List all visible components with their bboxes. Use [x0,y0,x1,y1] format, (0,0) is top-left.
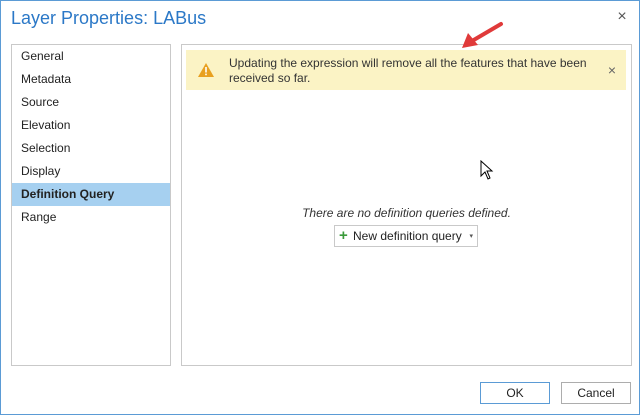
red-arrow-icon [462,22,503,48]
new-query-label: New definition query [353,229,462,243]
close-button[interactable]: × [614,9,630,25]
warning-banner: Updating the expression will remove all … [186,50,626,90]
cancel-button[interactable]: Cancel [561,382,631,404]
banner-close-icon[interactable]: × [608,62,616,78]
sidebar-item-source[interactable]: Source [12,91,170,114]
mouse-cursor-icon [480,160,494,180]
dialog-title: Layer Properties: LABus [11,8,207,28]
sidebar-item-display[interactable]: Display [12,160,170,183]
sidebar-item-metadata[interactable]: Metadata [12,68,170,91]
sidebar-item-range[interactable]: Range [12,206,170,229]
empty-state-message: There are no definition queries defined. [302,206,511,220]
sidebar-item-definition-query[interactable]: Definition Query [12,183,170,206]
sidebar-item-elevation[interactable]: Elevation [12,114,170,137]
properties-sidebar: General Metadata Source Elevation Select… [11,44,171,366]
sidebar-item-general[interactable]: General [12,45,170,68]
warning-icon [198,63,214,77]
plus-icon: + [339,227,348,244]
warning-message: Updating the expression will remove all … [229,56,587,85]
sidebar-item-selection[interactable]: Selection [12,137,170,160]
new-definition-query-button[interactable]: + New definition query ▾ [334,225,478,247]
layer-properties-dialog: Layer Properties: LABus × General Metada… [0,0,640,415]
definition-query-panel: Updating the expression will remove all … [181,44,632,366]
dropdown-arrow-icon[interactable]: ▾ [469,232,473,240]
ok-button[interactable]: OK [480,382,550,404]
